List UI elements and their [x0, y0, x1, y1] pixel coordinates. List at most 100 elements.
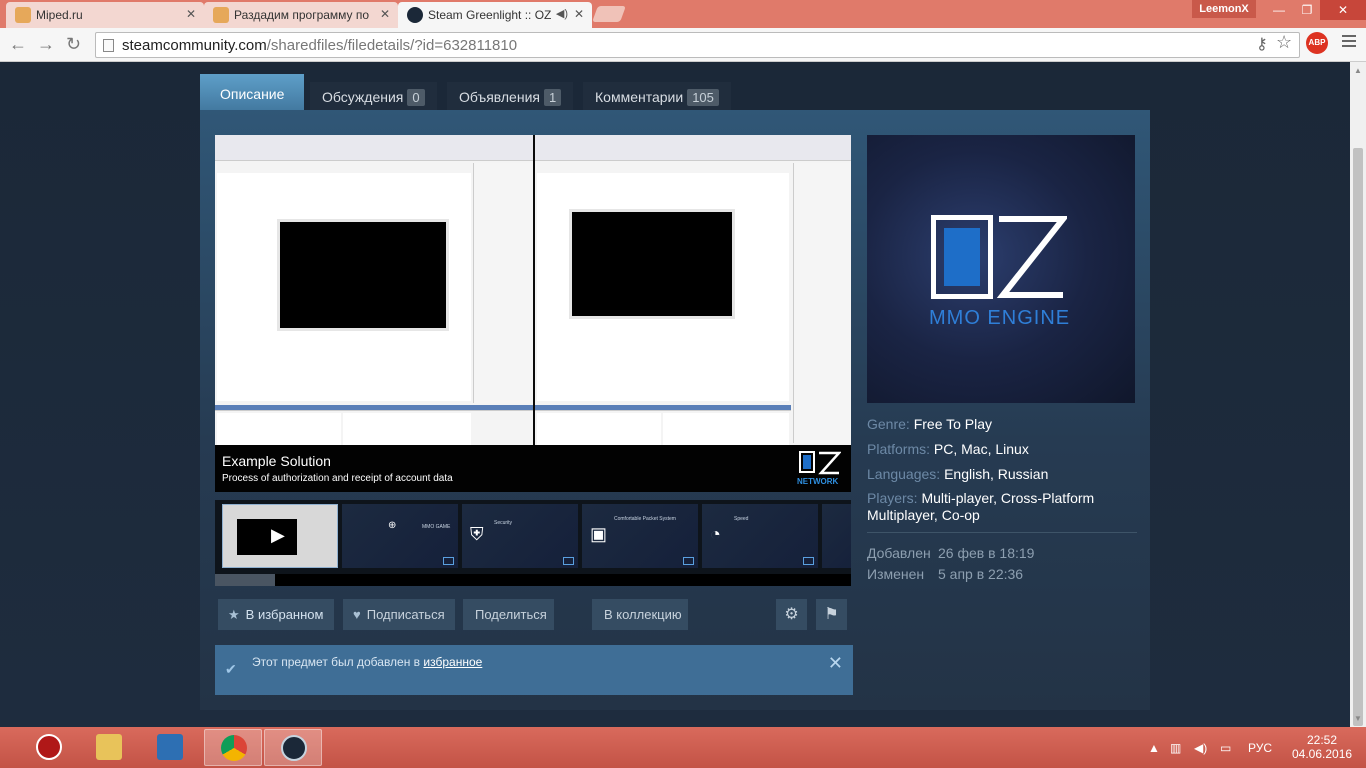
chrome-menu-icon[interactable] [1342, 35, 1356, 49]
reload-icon[interactable]: ↻ [66, 34, 81, 55]
star-icon: ★ [228, 607, 240, 622]
oz-logo-z [996, 216, 1067, 298]
adblock-icon[interactable]: ABP [1306, 32, 1328, 54]
language-russian[interactable]: Russian [998, 466, 1049, 482]
oz-mark-icon [563, 557, 574, 565]
tab-label: Обсуждения [322, 89, 404, 105]
oz-mark-icon [803, 557, 814, 565]
genre-row: Genre: Free To Play [867, 416, 993, 432]
platform-mac[interactable]: Mac [961, 441, 987, 457]
tab-label: Miped.ru [36, 8, 83, 22]
audio-icon[interactable]: ◀) [556, 7, 568, 20]
close-window-button[interactable]: ✕ [1320, 0, 1366, 20]
player-mode[interactable]: Multi-player [921, 490, 993, 506]
network-tray-icon[interactable]: ▥ [1170, 741, 1181, 755]
minimize-button[interactable]: — [1264, 0, 1294, 20]
tab-label: Steam Greenlight :: OZ [428, 8, 552, 22]
tab-steam-greenlight[interactable]: Steam Greenlight :: OZ ◀) ✕ [398, 2, 592, 28]
taskbar-control-app[interactable] [141, 729, 199, 766]
platform-pc[interactable]: PC [934, 441, 953, 457]
network-icon: ⊕ [388, 520, 397, 531]
thumbnail-label: Speed [734, 516, 749, 522]
updated-row: Изменен 5 апр в 22:36 [867, 565, 1024, 582]
taskbar-power-app[interactable] [20, 729, 78, 766]
forward-arrow-icon[interactable]: → [37, 34, 55, 55]
favorites-link[interactable]: избранное [423, 655, 482, 669]
page-scroll-thumb[interactable] [1353, 148, 1363, 726]
player-mode[interactable]: Co-op [942, 507, 980, 523]
input-language[interactable]: РУС [1248, 741, 1272, 755]
tray-expand-icon[interactable]: ▲ [1148, 741, 1160, 755]
maximize-button[interactable]: ❐ [1294, 0, 1320, 20]
browser-titlebar: Miped.ru ✕ Раздадим программу по ✕ Steam… [0, 0, 1366, 28]
caption-title: Example Solution [222, 453, 331, 469]
close-icon[interactable]: ✕ [828, 653, 843, 674]
media-viewer[interactable]: Example Solution Process of authorizatio… [215, 135, 851, 492]
key-icon[interactable]: ⚷ [1256, 34, 1268, 54]
back-arrow-icon[interactable]: ← [9, 34, 27, 55]
checkmark-icon: ✔ [225, 661, 237, 677]
tab-discussions[interactable]: Обсуждения 0 [310, 82, 437, 113]
tab-announcements[interactable]: Объявления 1 [447, 82, 574, 113]
page-scrollbar[interactable]: ▲ ▼ [1350, 62, 1366, 727]
thumbnail-packet-system[interactable]: Comfortable Packet System ▣ [582, 504, 698, 568]
share-button[interactable]: Поделиться [463, 599, 554, 630]
taskbar-file-explorer[interactable] [80, 729, 138, 766]
profile-badge[interactable]: LeemonX [1192, 0, 1256, 18]
new-tab-button[interactable] [592, 6, 626, 22]
media-caption: Example Solution Process of authorizatio… [215, 445, 851, 492]
taskbar-chrome[interactable] [204, 729, 262, 766]
bookmark-star-icon[interactable]: ☆ [1276, 32, 1292, 53]
oz-mark-icon [443, 557, 454, 565]
caption-subtitle: Process of authorization and receipt of … [222, 473, 453, 484]
thumbnail-label: MMO GAME [422, 524, 451, 530]
scroll-thumb[interactable] [215, 574, 275, 586]
engine-title: MMO ENGINE [929, 307, 1071, 329]
flag-icon: ⚑ [824, 606, 839, 623]
thumbnail-speed[interactable]: Speed ◔ [702, 504, 818, 568]
shield-icon: ⛨ [470, 524, 484, 544]
thumbnail-scrollbar[interactable] [215, 574, 851, 586]
subscribe-button[interactable]: ♥ Подписаться [343, 599, 455, 630]
language-english[interactable]: English [944, 466, 990, 482]
volume-tray-icon[interactable]: ◀) [1194, 741, 1207, 755]
button-label: Поделиться [475, 607, 547, 622]
thumbnail-label: Security [494, 520, 513, 526]
button-label: В избранном [245, 607, 324, 622]
report-button[interactable]: ⚑ [816, 599, 847, 630]
favorite-button[interactable]: ★ В избранном [218, 599, 334, 630]
tab-count-badge: 1 [543, 89, 562, 106]
close-tab-icon[interactable]: ✕ [380, 7, 390, 21]
tab-razdadim[interactable]: Раздадим программу по ✕ [204, 2, 398, 28]
description-panel: Example Solution Process of authorizatio… [200, 110, 1150, 710]
scroll-up-icon[interactable]: ▲ [1354, 66, 1362, 75]
system-clock[interactable]: 22:52 04.06.2016 [1292, 733, 1352, 761]
scroll-down-icon[interactable]: ▼ [1354, 714, 1362, 723]
app-icon [157, 734, 183, 760]
tab-miped[interactable]: Miped.ru ✕ [6, 2, 204, 28]
thumbnail-video[interactable]: ▶ [222, 504, 338, 568]
thumbnail-next[interactable] [822, 504, 851, 568]
page-content: Описание Обсуждения 0 Объявления 1 Коммент… [0, 62, 1350, 727]
added-row: Добавлен 26 фев в 18:19 [867, 544, 1035, 561]
game-capsule-image: MMO ENGINE [867, 135, 1135, 403]
button-label: Подписаться [366, 607, 445, 622]
settings-button[interactable]: ⚙ [776, 599, 807, 630]
battery-tray-icon[interactable]: ▭ [1220, 741, 1231, 755]
taskbar-steam[interactable] [264, 729, 322, 766]
tab-count-badge: 105 [687, 89, 719, 106]
close-tab-icon[interactable]: ✕ [186, 7, 196, 21]
url-input[interactable]: steamcommunity.com/sharedfiles/filedetai… [95, 32, 1300, 58]
close-tab-icon[interactable]: ✕ [574, 7, 584, 21]
genre-value[interactable]: Free To Play [914, 416, 992, 432]
platform-linux[interactable]: Linux [995, 441, 1028, 457]
steam-icon [281, 735, 307, 761]
oz-logo-o [931, 215, 993, 299]
power-icon [36, 734, 62, 760]
thumbnail-security[interactable]: Security ⛨ [462, 504, 578, 568]
add-to-collection-button[interactable]: В коллекцию [592, 599, 688, 630]
tab-comments[interactable]: Комментарии 105 [583, 82, 731, 113]
address-bar: ← → ↻ steamcommunity.com/sharedfiles/fil… [0, 28, 1366, 62]
chrome-icon [221, 735, 247, 761]
thumbnail-mmo-game[interactable]: MMO GAME ⊕ [342, 504, 458, 568]
